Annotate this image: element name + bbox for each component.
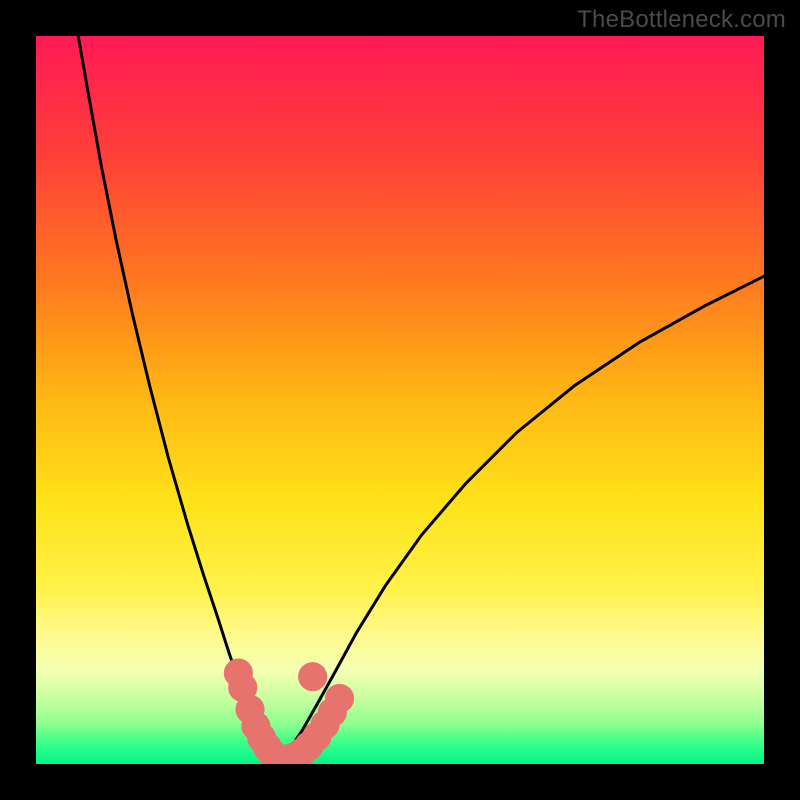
data-point: [325, 684, 354, 713]
data-point: [298, 662, 327, 691]
bottleneck-chart: [0, 0, 800, 800]
chart-frame: TheBottleneck.com: [0, 0, 800, 800]
plot-background: [36, 36, 764, 764]
